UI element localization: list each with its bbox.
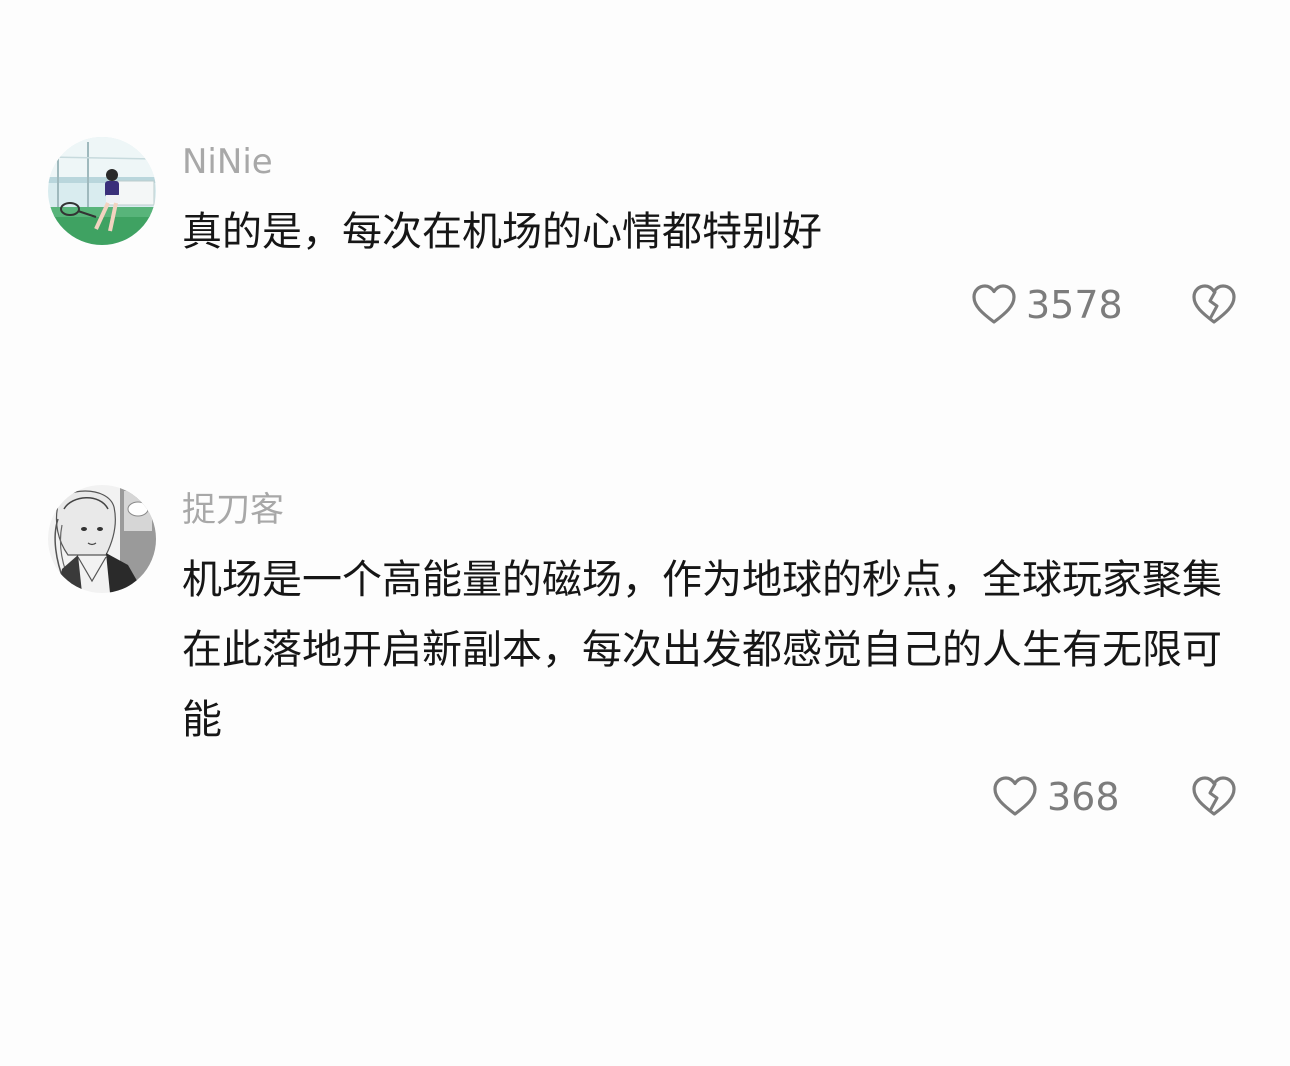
comment-text: 真的是，每次在机场的心情都特别好 [182, 209, 822, 255]
avatar[interactable] [48, 137, 156, 245]
broken-heart-icon [1192, 284, 1236, 324]
avatar[interactable] [48, 485, 156, 593]
heart-outline-icon [993, 776, 1037, 816]
like-count: 368 [1047, 775, 1120, 819]
heart-outline-icon [972, 284, 1016, 324]
avatar-tennis-player-icon [48, 137, 156, 245]
comment-username[interactable]: 捉刀客 [182, 490, 284, 530]
comment-actions: 3578 [0, 277, 1290, 333]
comment-username[interactable]: NiNie [182, 142, 273, 182]
dislike-button[interactable] [1190, 281, 1238, 329]
like-button[interactable]: 3578 [970, 277, 1123, 333]
dislike-button[interactable] [1190, 773, 1238, 821]
comment-actions: 368 [0, 769, 1290, 825]
avatar-manga-girl-icon [48, 485, 156, 593]
broken-heart-icon [1192, 776, 1236, 816]
like-button[interactable]: 368 [991, 769, 1120, 825]
like-count: 3578 [1026, 283, 1123, 327]
comment-text: 机场是一个高能量的磁场，作为地球的秒点，全球玩家聚集在此落地开启新副本，每次出发… [182, 557, 1222, 743]
